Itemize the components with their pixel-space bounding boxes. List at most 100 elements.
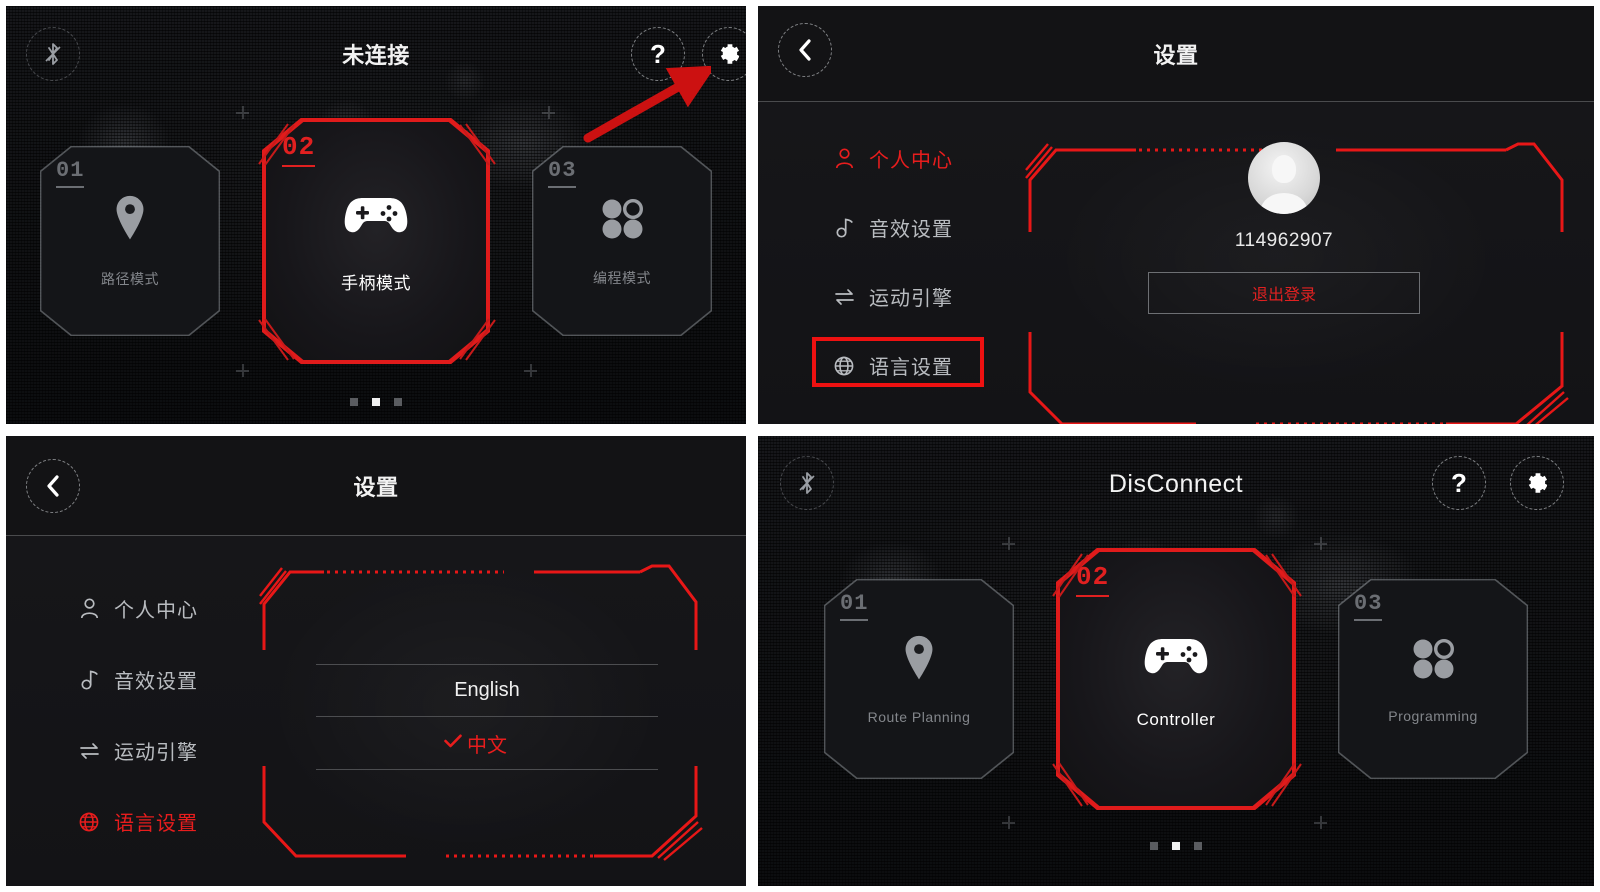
card-label: Controller — [1136, 709, 1216, 729]
question-mark-icon: ? — [1451, 467, 1467, 498]
pager-dot[interactable] — [1194, 842, 1202, 850]
app-screen-settings-cn: 设置 个人中心 音效设置 运动引擎 语言设置 114962907 退出登录 — [758, 6, 1594, 424]
music-note-icon — [833, 217, 855, 238]
transfer-arrows-icon — [833, 287, 855, 306]
settings-button[interactable] — [702, 27, 746, 81]
pager-dot[interactable] — [394, 398, 402, 406]
mode-card-programming[interactable]: 03 Programming — [1338, 579, 1528, 779]
crosshair-marker — [1314, 816, 1327, 829]
card-number: 01 — [56, 158, 85, 188]
carousel-pager — [758, 842, 1594, 850]
menu-item-motion-engine[interactable]: 运动引擎 — [78, 736, 278, 765]
mode-card-route-planning[interactable]: 01 路径模式 — [40, 146, 220, 336]
menu-item-label: 语言设置 — [114, 813, 198, 835]
username-label: 114962907 — [1234, 230, 1334, 251]
top-bar: DisConnect ? — [758, 436, 1594, 532]
menu-item-label: 运动引擎 — [869, 288, 953, 310]
app-screen-language-cn: 设置 个人中心 音效设置 运动引擎 语言设置 English 中文 — [6, 436, 746, 886]
user-icon — [78, 598, 100, 619]
menu-item-label: 音效设置 — [114, 671, 198, 693]
top-bar: 设置 — [758, 6, 1594, 102]
menu-item-sound-settings[interactable]: 音效设置 — [78, 665, 278, 694]
card-content: 03 Programming — [1338, 579, 1528, 779]
settings-content: 个人中心 音效设置 运动引擎 — [6, 536, 746, 886]
card-number: 01 — [840, 591, 869, 621]
menu-item-language-settings[interactable]: 语言设置 — [78, 807, 278, 836]
pager-dot[interactable] — [1150, 842, 1158, 850]
app-screen-home-cn: 未连接 ? 01 路径模式 02 手柄模式 03 编程模式 — [6, 6, 746, 424]
page-title: 设置 — [353, 475, 399, 500]
card-number: 02 — [282, 132, 316, 167]
location-pin-icon — [111, 194, 149, 247]
settings-menu: 个人中心 音效设置 运动引擎 语言设置 — [78, 594, 278, 886]
settings-button[interactable] — [1510, 456, 1564, 510]
panel-settings-language: 设置 个人中心 音效设置 运动引擎 语言设置 English 中文 — [0, 430, 752, 892]
card-label: 编程模式 — [593, 269, 651, 286]
gamepad-icon — [1139, 629, 1213, 688]
menu-item-label: 个人中心 — [869, 150, 953, 172]
pager-dot[interactable] — [350, 398, 358, 406]
page-title: 设置 — [1153, 43, 1199, 68]
card-label: 手柄模式 — [341, 274, 411, 293]
language-label: 中文 — [467, 734, 507, 757]
language-option-chinese[interactable]: 中文 — [316, 717, 658, 770]
card-content: 01 Route Planning — [824, 579, 1014, 779]
gamepad-icon — [339, 188, 413, 247]
globe-icon — [78, 812, 100, 832]
location-pin-icon — [900, 634, 938, 687]
profile-block: 114962907 退出登录 — [1144, 142, 1424, 314]
question-mark-icon: ? — [650, 38, 666, 69]
panel-home-english: DisConnect ? 01 Route Planning 02 Contro… — [752, 430, 1600, 892]
language-option-english[interactable]: English — [316, 664, 658, 717]
menu-item-label: 语言设置 — [869, 357, 953, 379]
menu-item-sound-settings[interactable]: 音效设置 — [833, 213, 1033, 242]
top-bar: 设置 — [6, 436, 746, 536]
panel-home-chinese: 未连接 ? 01 路径模式 02 手柄模式 03 编程模式 — [0, 0, 752, 430]
mode-carousel: 01 Route Planning 02 Controller 03 Progr… — [758, 544, 1594, 814]
four-dots-icon — [597, 195, 647, 246]
transfer-arrows-icon — [78, 741, 100, 760]
help-button[interactable]: ? — [631, 27, 685, 81]
crosshair-marker — [1002, 816, 1015, 829]
user-icon — [833, 148, 855, 169]
avatar[interactable] — [1248, 142, 1320, 214]
four-dots-icon — [1408, 635, 1458, 686]
settings-content: 个人中心 音效设置 运动引擎 — [758, 102, 1594, 424]
bluetooth-off-icon — [45, 43, 61, 65]
menu-item-personal-center[interactable]: 个人中心 — [78, 594, 278, 623]
pager-dot-active[interactable] — [1172, 842, 1180, 850]
card-label: Programming — [1388, 707, 1478, 724]
mode-card-route-planning[interactable]: 01 Route Planning — [824, 579, 1014, 779]
screenshot-collage: 未连接 ? 01 路径模式 02 手柄模式 03 编程模式 设置 个人中心 音效… — [0, 0, 1600, 892]
card-content: 01 路径模式 — [40, 146, 220, 336]
help-button[interactable]: ? — [1432, 456, 1486, 510]
mode-card-controller[interactable]: 02 手柄模式 — [258, 118, 496, 364]
mode-card-programming[interactable]: 03 编程模式 — [532, 146, 712, 336]
bluetooth-off-icon — [799, 472, 815, 494]
globe-icon — [833, 356, 855, 376]
menu-item-language-settings[interactable]: 语言设置 — [833, 351, 1033, 380]
menu-item-label: 个人中心 — [114, 600, 198, 622]
card-label: Route Planning — [867, 708, 971, 725]
menu-item-label: 运动引擎 — [114, 742, 198, 764]
card-label: 路径模式 — [101, 270, 159, 287]
language-label: English — [454, 679, 520, 701]
pager-dot-active[interactable] — [372, 398, 380, 406]
settings-menu: 个人中心 音效设置 运动引擎 语言设置 — [833, 144, 1033, 424]
mode-carousel: 01 路径模式 02 手柄模式 03 编程模式 — [6, 111, 746, 371]
gear-icon — [720, 44, 740, 64]
card-content: 03 编程模式 — [532, 146, 712, 336]
carousel-pager — [6, 398, 746, 406]
check-icon — [444, 734, 462, 753]
menu-item-motion-engine[interactable]: 运动引擎 — [833, 282, 1033, 311]
top-bar: 未连接 ? — [6, 6, 746, 102]
gear-icon — [1528, 473, 1548, 493]
menu-item-personal-center[interactable]: 个人中心 — [833, 144, 1033, 173]
logout-button[interactable]: 退出登录 — [1148, 272, 1420, 314]
mode-card-controller[interactable]: 02 Controller — [1052, 548, 1302, 810]
app-screen-home-en: DisConnect ? 01 Route Planning 02 Contro… — [758, 436, 1594, 886]
card-number: 03 — [548, 158, 577, 188]
panel-settings-profile: 设置 个人中心 音效设置 运动引擎 语言设置 114962907 退出登录 — [752, 0, 1600, 430]
chevron-left-icon — [799, 39, 811, 61]
avatar-body — [1261, 193, 1307, 214]
